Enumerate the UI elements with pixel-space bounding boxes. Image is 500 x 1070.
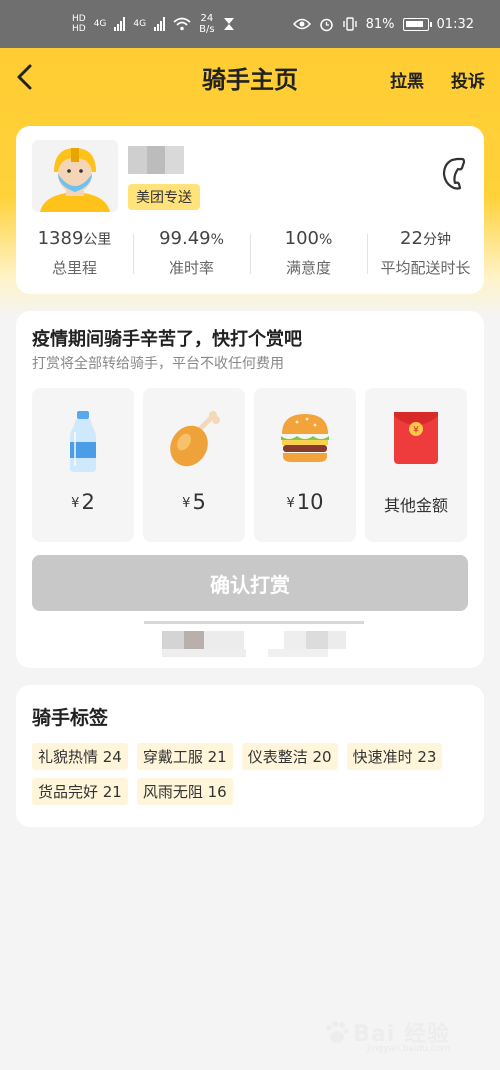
rider-info-card: 美团专送 1389公里 总里程 99.49% 准时率 100% 满意度 22分钟… (16, 126, 484, 294)
amount-value: 5 (192, 490, 206, 514)
stat-label: 准时率 (168, 259, 214, 277)
tip-subtitle: 打赏将全部转给骑手，平台不收任何费用 (32, 356, 284, 372)
watermark-subtext: jingyan.baidu.com (366, 1044, 450, 1054)
stat-satisfaction: 100% 满意度 (250, 228, 367, 278)
wifi-icon (173, 17, 191, 31)
tip-option-amount: ¥2 (32, 490, 134, 514)
currency-symbol: ¥ (286, 496, 295, 511)
rider-tag: 仪表整洁 20 (241, 743, 338, 770)
paw-icon (326, 1021, 349, 1043)
nav-bar: 骑手主页 拉黑 投诉 (0, 48, 500, 106)
network-type-2: 4G (133, 19, 147, 29)
confirm-tip-button[interactable]: 确认打赏 (32, 555, 468, 611)
clock-time: 01:32 (436, 16, 474, 32)
stat-value: 22 (400, 228, 423, 249)
stat-label: 平均配送时长 (380, 259, 471, 277)
rider-tag: 礼貌热情 24 (32, 743, 128, 770)
tip-option-amount: ¥5 (143, 490, 245, 514)
redacted-text-strip (144, 621, 364, 657)
eye-icon (292, 18, 311, 30)
signal-icon-2 (154, 17, 166, 31)
tags-title: 骑手标签 (32, 707, 109, 729)
stat-total-distance: 1389公里 总里程 (16, 228, 133, 278)
tip-option-5[interactable]: ¥5 (143, 388, 245, 542)
stat-label: 满意度 (285, 259, 331, 277)
hd-label-2: HD (72, 24, 86, 34)
tip-option-amount: ¥10 (254, 490, 356, 514)
hd-label-1: HD (72, 14, 86, 24)
rider-tags-card: 骑手标签 礼貌热情 24 穿戴工服 21 仪表整洁 20 快速准时 23 货品完… (16, 685, 484, 827)
network-speed: 24 B/s (199, 13, 214, 35)
rider-tag: 货品完好 21 (32, 778, 128, 805)
stat-unit: % (319, 232, 333, 248)
tip-option-other-label: 其他金额 (383, 496, 448, 515)
battery-percent: 81% (365, 16, 395, 32)
network-type-1: 4G (93, 19, 107, 29)
vibrate-icon (342, 17, 357, 31)
complain-button[interactable]: 投诉 (451, 67, 485, 92)
amount-value: 10 (296, 490, 324, 514)
amount-value: 2 (81, 490, 95, 514)
block-button[interactable]: 拉黑 (390, 67, 424, 92)
envelope-currency-mark: ¥ (413, 426, 419, 436)
water-bottle-icon (70, 411, 96, 472)
stat-on-time-rate: 99.49% 准时率 (133, 228, 250, 278)
stat-value: 1389 (37, 228, 84, 249)
hd-indicators: HD HD (72, 14, 86, 34)
rider-name-redacted (128, 146, 185, 174)
speed-unit: B/s (199, 24, 215, 35)
rider-tag: 风雨无阻 16 (136, 778, 233, 805)
tip-card: 疫情期间骑手辛苦了，快打个赏吧 打赏将全部转给骑手，平台不收任何费用 ¥2 ¥5 (16, 311, 484, 668)
stat-avg-delivery-time: 22分钟 平均配送时长 (367, 228, 484, 278)
signal-icon (114, 17, 126, 31)
tip-option-other[interactable]: ¥ 其他金额 (365, 388, 467, 542)
currency-symbol: ¥ (71, 496, 80, 511)
burger-icon (281, 414, 329, 462)
tip-title: 疫情期间骑手辛苦了，快打个赏吧 (32, 329, 302, 350)
hourglass-icon (223, 18, 234, 30)
stat-unit: 分钟 (422, 232, 451, 248)
stat-value: 100 (284, 228, 320, 249)
rider-stats: 1389公里 总里程 99.49% 准时率 100% 满意度 22分钟 平均配送… (16, 228, 484, 278)
stat-unit: % (210, 232, 224, 248)
status-bar: HD HD 4G 4G 24 B/s 81% 01:32 (0, 0, 500, 48)
tags-list: 礼貌热情 24 穿戴工服 21 仪表整洁 20 快速准时 23 货品完好 21 … (32, 743, 472, 805)
page-title: 骑手主页 (202, 65, 298, 94)
rider-tag: 穿戴工服 21 (136, 743, 233, 770)
rider-badge: 美团专送 (128, 184, 200, 210)
stat-label: 总里程 (51, 259, 97, 277)
tip-options: ¥2 ¥5 ¥10 ¥ 其他金额 (32, 388, 467, 542)
stat-unit: 公里 (83, 232, 112, 248)
tip-option-2[interactable]: ¥2 (32, 388, 134, 542)
chicken-leg-icon (170, 411, 220, 467)
red-envelope-icon: ¥ (394, 412, 438, 464)
rider-avatar (32, 140, 118, 212)
speed-value: 24 (200, 13, 214, 24)
tip-option-10[interactable]: ¥10 (254, 388, 356, 542)
stat-value: 99.49 (159, 228, 211, 249)
rider-tag: 快速准时 23 (346, 743, 443, 770)
phone-icon[interactable] (438, 156, 468, 190)
currency-symbol: ¥ (182, 496, 191, 511)
battery-icon (402, 17, 432, 31)
alarm-icon (319, 18, 333, 31)
